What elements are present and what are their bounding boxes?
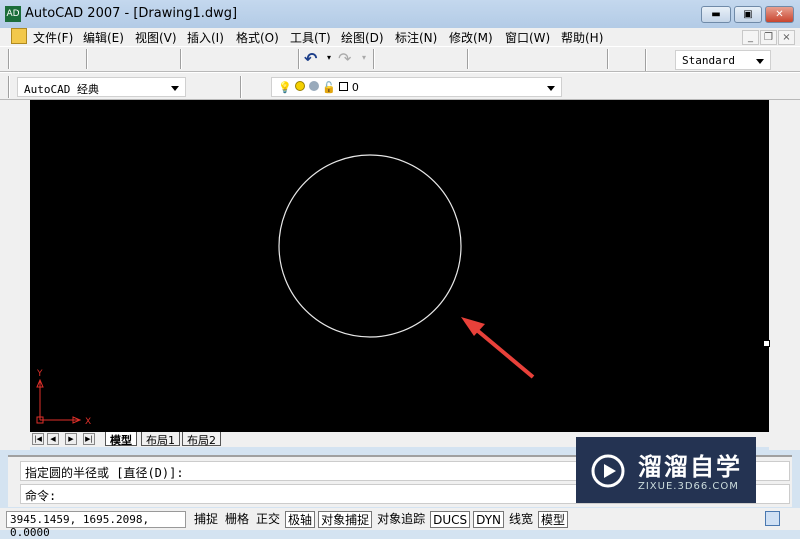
toolbar-separator [298, 49, 300, 69]
menu-window[interactable]: 窗口(W) [505, 29, 550, 46]
title-bar: AD AutoCAD 2007 - [Drawing1.dwg] ▬ ▣ ✕ [0, 0, 800, 28]
lock-icon: 🔓 [322, 81, 336, 94]
menu-help[interactable]: 帮助(H) [561, 29, 603, 46]
grip-handle[interactable] [763, 340, 770, 347]
chevron-down-icon [547, 86, 555, 95]
ucs-y-label: Y [36, 369, 43, 379]
doc-restore-button[interactable]: ❐ [760, 30, 777, 45]
status-toggle-4[interactable]: 对象捕捉 [318, 511, 373, 528]
coordinate-readout[interactable]: 3945.1459, 1695.2098, 0.0000 [6, 511, 186, 539]
tab-layout1[interactable]: 布局1 [141, 432, 180, 447]
chevron-down-icon [171, 86, 179, 95]
workspace-value: AutoCAD 经典 [24, 83, 99, 96]
menu-modify[interactable]: 修改(M) [449, 29, 493, 46]
minimize-button[interactable]: ▬ [701, 6, 731, 23]
toolbar-separator [373, 49, 375, 69]
workspace-select[interactable]: AutoCAD 经典 [17, 77, 186, 97]
first-tab-button[interactable]: |◀ [32, 433, 44, 445]
document-icon[interactable] [11, 28, 27, 44]
doc-close-button[interactable]: × [778, 30, 795, 45]
menu-file[interactable]: 文件(F) [33, 29, 73, 46]
text-style-value: Standard [682, 54, 735, 67]
drawing-canvas[interactable]: Y X [30, 100, 769, 432]
menu-dimension[interactable]: 标注(N) [395, 29, 437, 46]
status-toggle-5[interactable]: 对象追踪 [375, 511, 427, 528]
drawing-svg: Y X [36, 154, 535, 427]
menu-view[interactable]: 视图(V) [135, 29, 177, 46]
menu-edit[interactable]: 编辑(E) [83, 29, 124, 46]
status-toggle-0[interactable]: 捕捉 [192, 511, 220, 528]
layer-select[interactable]: 💡 🔓 0 [271, 77, 562, 97]
watermark: 溜溜自学 ZIXUE.3D66.COM [576, 437, 756, 503]
status-toggle-group: 捕捉 栅格 正交 极轴 对象捕捉 对象追踪 DUCS DYN 线宽 模型 [192, 508, 569, 528]
toolbar-separator [467, 49, 469, 69]
redo-dropdown-icon[interactable]: ▾ [362, 53, 366, 62]
sun-icon [295, 81, 306, 91]
toolbar-grip[interactable] [240, 76, 242, 98]
toolbar-separator [180, 49, 182, 69]
status-toggle-1[interactable]: 栅格 [223, 511, 251, 528]
menu-draw[interactable]: 绘图(D) [341, 29, 384, 46]
watermark-url: ZIXUE.3D66.COM [638, 481, 739, 492]
status-toggle-8[interactable]: 线宽 [507, 511, 535, 528]
viewport-freeze-icon [308, 81, 319, 91]
doc-minimize-button[interactable]: _ [742, 30, 759, 45]
watermark-name: 溜溜自学 [638, 453, 742, 481]
clean-screen-icon[interactable] [765, 511, 780, 526]
layers-toolbar: AutoCAD 经典 💡 🔓 0 [0, 72, 800, 100]
annotation-arrow [461, 317, 535, 379]
ucs-icon [36, 378, 82, 424]
status-toggle-7[interactable]: DYN [473, 511, 505, 528]
chevron-down-icon [756, 59, 764, 68]
text-style-select[interactable]: Standard [675, 50, 771, 70]
next-tab-button[interactable]: ▶ [65, 433, 77, 445]
status-toggle-3[interactable]: 极轴 [285, 511, 316, 528]
toolbar-grip[interactable] [8, 49, 10, 69]
autocad-app-icon[interactable]: AD [5, 6, 21, 22]
window-title: AutoCAD 2007 - [Drawing1.dwg] [25, 6, 238, 21]
prev-tab-button[interactable]: ◀ [47, 433, 59, 445]
vertical-scroll-area [763, 100, 800, 450]
maximize-button[interactable]: ▣ [734, 6, 762, 23]
status-toggle-6[interactable]: DUCS [430, 511, 471, 528]
redo-icon[interactable]: ↷ [338, 49, 351, 68]
status-bar: 3945.1459, 1695.2098, 0.0000 捕捉 栅格 正交 极轴 对象捕… [0, 508, 800, 539]
circle-entity[interactable] [278, 154, 462, 338]
undo-dropdown-icon[interactable]: ▾ [327, 53, 331, 62]
toolbar-separator [86, 49, 88, 69]
status-toggle-9[interactable]: 模型 [538, 511, 569, 528]
left-dock [0, 100, 30, 450]
layer-name: 0 [351, 81, 359, 94]
layer-color-swatch [339, 82, 349, 91]
menu-format[interactable]: 格式(O) [236, 29, 279, 46]
toolbar-separator [607, 49, 609, 69]
tab-layout2[interactable]: 布局2 [182, 432, 221, 447]
status-toggle-2[interactable]: 正交 [254, 511, 282, 528]
play-logo-icon [591, 454, 625, 488]
last-tab-button[interactable]: ▶| [83, 433, 95, 445]
menu-bar: 文件(F) 编辑(E) 视图(V) 插入(I) 格式(O) 工具(T) 绘图(D… [0, 28, 800, 46]
tab-model[interactable]: 模型 [105, 432, 137, 447]
menu-insert[interactable]: 插入(I) [187, 29, 224, 46]
toolbar-grip[interactable] [8, 76, 10, 98]
close-button[interactable]: ✕ [765, 6, 794, 23]
menu-tools[interactable]: 工具(T) [290, 29, 331, 46]
lightbulb-icon: 💡 [278, 81, 292, 94]
ucs-x-label: X [85, 417, 91, 427]
standard-toolbar: ↶ ▾ ↷ ▾ Standard [0, 46, 800, 72]
undo-icon[interactable]: ↶ [304, 49, 317, 68]
toolbar-grip[interactable] [645, 49, 647, 71]
